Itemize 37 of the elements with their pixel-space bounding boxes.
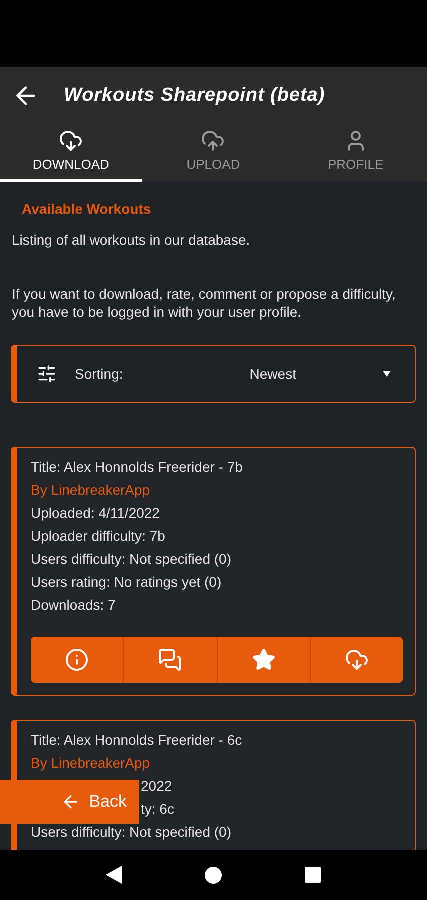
comments-button[interactable] xyxy=(123,637,216,683)
section-title: Available Workouts xyxy=(21,200,152,219)
download-button[interactable] xyxy=(310,637,403,683)
rate-button[interactable] xyxy=(216,637,310,683)
dropdown-caret-icon xyxy=(383,371,391,377)
nav-back-icon[interactable] xyxy=(106,866,122,884)
cloud-download-icon xyxy=(59,129,84,154)
sorting-dropdown[interactable]: Sorting: Newest xyxy=(11,345,416,403)
tab[interactable]: UPLOAD xyxy=(142,125,285,182)
sorting-label: Sorting: xyxy=(75,364,124,384)
back-button[interactable]: Back xyxy=(0,780,139,824)
info-icon xyxy=(65,648,90,672)
info-button[interactable] xyxy=(31,637,124,683)
intro-text: If you want to download, rate, comment or propose a difficulty, you have to be logged in with your user profile. xyxy=(11,285,397,321)
tab[interactable]: PROFILE xyxy=(284,125,427,182)
window-title: Workouts Sharepoint (beta) xyxy=(64,84,326,108)
workout-detail: 2022 xyxy=(141,778,172,794)
cloud-download-icon xyxy=(344,648,369,672)
sorting-value: Newest xyxy=(248,364,296,384)
workout-author[interactable]: By LinebreakerApp xyxy=(31,479,403,502)
workout-detail: Uploader difficulty: 7b xyxy=(31,528,166,544)
workout-detail: Users rating: No ratings yet (0) xyxy=(31,574,222,590)
workout-detail: Uploaded: 4/11/2022 xyxy=(31,505,160,521)
workout-detail: ty: 6c xyxy=(141,801,174,817)
intro-text: Listing of all workouts in our database. xyxy=(11,231,252,250)
workout-author[interactable]: By LinebreakerApp xyxy=(31,752,403,775)
chat-bubbles-icon xyxy=(158,648,182,672)
star-icon xyxy=(252,648,276,672)
nav-recents-icon[interactable] xyxy=(305,867,322,883)
workout-detail: Downloads: 7 xyxy=(31,597,116,613)
workout-detail: Users difficulty: Not specified (0) xyxy=(31,824,232,840)
workout-title: Title: Alex Honnolds Freerider - 6c xyxy=(31,731,244,750)
cloud-upload-icon xyxy=(201,129,226,154)
sliders-icon xyxy=(37,364,57,384)
workout-title: Title: Alex Honnolds Freerider - 7b xyxy=(31,458,244,477)
nav-home-icon[interactable] xyxy=(204,866,222,884)
workout-detail: Users difficulty: Not specified (0) xyxy=(31,551,232,567)
